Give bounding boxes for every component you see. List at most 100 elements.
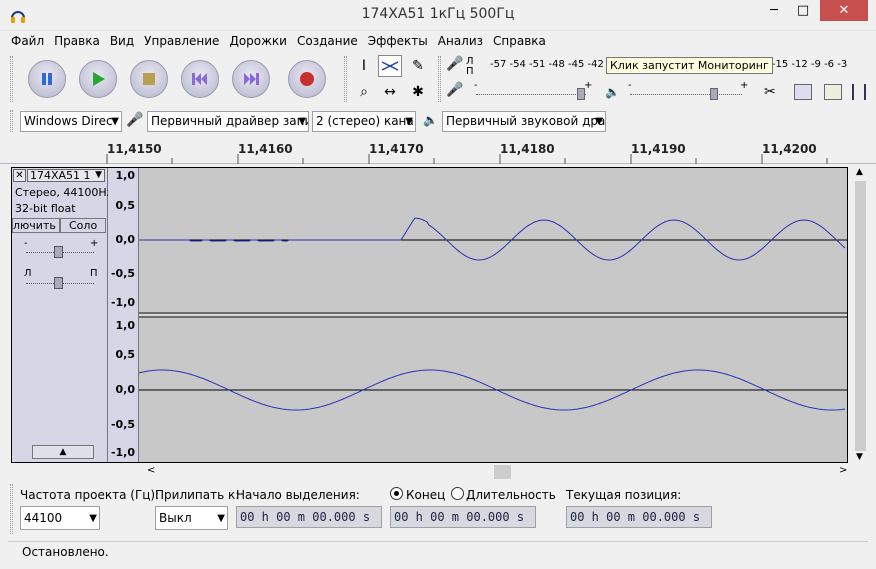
- menu-view[interactable]: Вид: [105, 34, 139, 48]
- solo-button[interactable]: Соло: [60, 218, 106, 233]
- record-button[interactable]: [288, 60, 326, 98]
- end-radio[interactable]: [390, 487, 403, 500]
- paste-icon[interactable]: [824, 84, 842, 100]
- monitor-tooltip: Клик запустит Мониторинг: [606, 57, 773, 74]
- input-device-select[interactable]: Первичный драйвер запи ▼: [147, 111, 309, 132]
- menu-analyze[interactable]: Анализ: [433, 34, 488, 48]
- track-close-button[interactable]: ✕: [13, 169, 26, 182]
- selection-start-label: Начало выделения:: [236, 488, 360, 502]
- chevron-down-icon: ▼: [298, 116, 306, 127]
- output-volume-slider[interactable]: [630, 94, 742, 95]
- timeline-ruler[interactable]: 11,4150 11,4160 11,4170 11,4180 11,4190 …: [0, 138, 876, 164]
- ruler-label: 11,4150: [107, 142, 162, 156]
- mixer-minus-label: -: [628, 80, 632, 91]
- multi-tool-icon[interactable]: ✱: [406, 81, 430, 103]
- track-name: 174XA51 1: [30, 169, 91, 182]
- output-volume-thumb[interactable]: [710, 88, 718, 100]
- record-meter-mic-icon[interactable]: 🎤: [446, 56, 464, 76]
- snap-to-label: Прилипать к:: [155, 488, 240, 502]
- ruler-label: 11,4200: [762, 142, 817, 156]
- toolbar-grip[interactable]: [438, 56, 441, 102]
- menu-effects[interactable]: Эффекты: [363, 34, 433, 48]
- mixer-plus-label: +: [740, 80, 749, 91]
- cut-icon[interactable]: ✂: [764, 84, 776, 100]
- waveform-display[interactable]: [139, 168, 847, 462]
- tools-toolbar: I ✎ ⌕ ↔ ✱: [350, 54, 434, 104]
- audio-position-time[interactable]: 00 h 00 m 00.000 s: [566, 506, 712, 528]
- selection-tool-icon[interactable]: I: [352, 55, 376, 77]
- track-name-menu[interactable]: 174XA51 1 ▼: [27, 169, 105, 182]
- vertical-scroll-thumb[interactable]: [855, 181, 866, 451]
- menu-generate[interactable]: Создание: [292, 34, 363, 48]
- length-radio-label[interactable]: Длительность: [466, 488, 556, 502]
- y-label: 1,0: [115, 319, 136, 332]
- vertical-ruler[interactable]: 1,0 0,5 0,0 -0,5 -1,0 1,0 0,5 0,0 -0,5 -…: [108, 168, 139, 462]
- device-toolbar: Windows Direc ▼ 🎤 Первичный драйвер запи ▼…: [0, 108, 876, 134]
- audio-host-value: Windows Direc: [24, 114, 113, 128]
- y-label: -1,0: [110, 296, 135, 309]
- mute-button[interactable]: лючить зву: [12, 218, 60, 233]
- horizontal-scrollbar[interactable]: < >: [139, 464, 851, 480]
- menu-tracks[interactable]: Дорожки: [224, 34, 292, 48]
- vertical-scrollbar[interactable]: ▲ ▼: [852, 167, 869, 463]
- menu-edit[interactable]: Правка: [49, 34, 105, 48]
- scroll-right-icon[interactable]: >: [839, 465, 847, 476]
- envelope-tool-icon[interactable]: [378, 55, 402, 77]
- output-device-value: Первичный звуковой дра: [446, 114, 606, 128]
- collapse-track-button[interactable]: ▲: [32, 445, 94, 459]
- menu-transport[interactable]: Управление: [139, 34, 224, 48]
- zoom-tool-icon[interactable]: ⌕: [352, 81, 376, 103]
- close-button[interactable]: ✕: [820, 0, 868, 21]
- gain-plus-label: +: [90, 238, 99, 249]
- project-rate-select[interactable]: 44100 ▼: [20, 506, 100, 530]
- channels-select[interactable]: 2 (стерео) кана ▼: [312, 111, 416, 132]
- input-device-value: Первичный драйвер запи: [151, 114, 309, 128]
- input-volume-slider[interactable]: [476, 94, 586, 95]
- scroll-left-icon[interactable]: <: [147, 465, 155, 476]
- skip-start-icon: [192, 73, 207, 85]
- audio-host-select[interactable]: Windows Direc ▼: [20, 111, 122, 132]
- record-meter-scale[interactable]: -57 -54 -51 -48 -45 -42: [490, 59, 604, 70]
- menu-file[interactable]: Файл: [6, 34, 49, 48]
- toolbar-grip[interactable]: [10, 484, 13, 534]
- trim-icon[interactable]: [852, 84, 866, 100]
- selection-start-time[interactable]: 00 h 00 m 00.000 s: [236, 506, 382, 528]
- skip-start-button[interactable]: [181, 60, 219, 98]
- toolbar-grip[interactable]: [10, 56, 13, 102]
- speaker-icon: 🔈: [605, 85, 620, 99]
- track-format-rate: Стерео, 44100Hz: [15, 186, 113, 199]
- input-volume-mic-icon: 🎤: [446, 82, 464, 98]
- y-label: -1,0: [110, 446, 135, 459]
- maximize-button[interactable]: □: [789, 0, 817, 21]
- output-device-select[interactable]: Первичный звуковой дра ▼: [442, 111, 606, 132]
- toolbar-grip[interactable]: [344, 56, 347, 102]
- gain-minus-label: -: [24, 238, 28, 249]
- toolbar-grip[interactable]: [10, 110, 13, 132]
- channels-value: 2 (стерео) кана: [316, 114, 414, 128]
- skip-end-button[interactable]: [232, 60, 270, 98]
- pause-button[interactable]: [28, 60, 66, 98]
- selection-end-time[interactable]: 00 h 00 m 00.000 s: [390, 506, 536, 528]
- copy-icon[interactable]: [794, 84, 812, 100]
- horizontal-scroll-thumb[interactable]: [494, 465, 511, 479]
- stop-icon: [143, 73, 155, 85]
- chevron-down-icon: ▼: [89, 513, 97, 524]
- draw-tool-icon[interactable]: ✎: [406, 55, 430, 77]
- mixer-minus-label: -: [474, 80, 478, 91]
- project-rate-value: 44100: [24, 511, 63, 525]
- snap-to-select[interactable]: Выкл ▼: [155, 506, 228, 530]
- minimize-button[interactable]: ─: [760, 0, 788, 21]
- scroll-up-icon[interactable]: ▲: [856, 167, 863, 177]
- stop-button[interactable]: [130, 60, 168, 98]
- end-radio-label[interactable]: Конец: [406, 488, 445, 502]
- scroll-down-icon[interactable]: ▼: [856, 452, 863, 462]
- timeshift-tool-icon[interactable]: ↔: [378, 81, 402, 103]
- play-button[interactable]: [79, 60, 117, 98]
- menu-help[interactable]: Справка: [488, 34, 551, 48]
- length-radio[interactable]: [451, 487, 464, 500]
- chevron-down-icon: ▼: [595, 116, 603, 127]
- gain-slider-thumb[interactable]: [54, 246, 63, 258]
- output-speaker-icon: 🔈: [423, 113, 438, 127]
- pan-slider-thumb[interactable]: [54, 277, 63, 289]
- mixer-plus-label: +: [584, 80, 593, 91]
